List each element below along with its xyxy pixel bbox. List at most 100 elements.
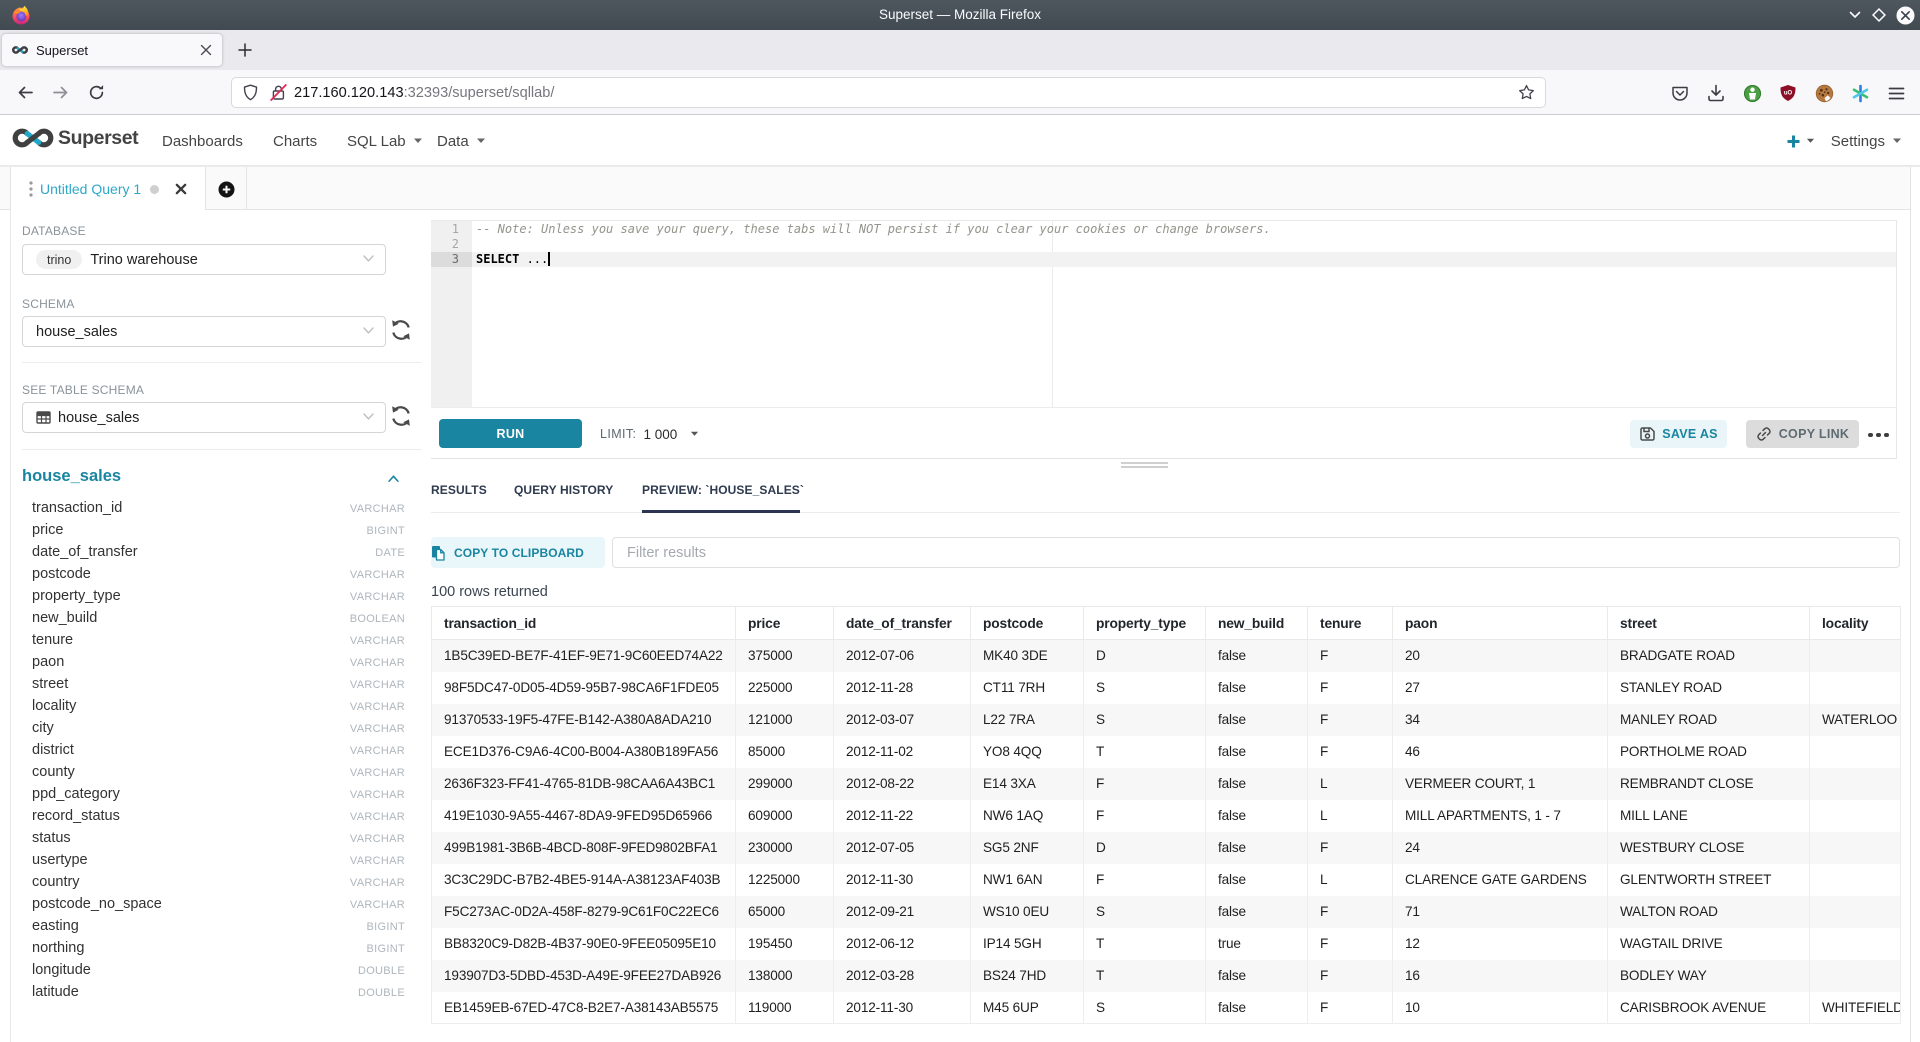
back-button[interactable] <box>10 77 40 107</box>
nav-item-dashboards[interactable]: Dashboards <box>162 116 243 166</box>
pane-resize-handle[interactable] <box>1121 462 1168 468</box>
column-row[interactable]: paonVARCHAR <box>11 652 421 674</box>
table-row[interactable]: BB8320C9-D82B-4B37-90E0-9FEE05095E101954… <box>432 928 1901 960</box>
refresh-schema-icon[interactable] <box>389 318 413 342</box>
table-row[interactable]: 2636F323-FF41-4765-81DB-98CAA6A43BC12990… <box>432 768 1901 800</box>
new-query-tab-button[interactable] <box>206 167 247 211</box>
superset-logo[interactable]: Superset <box>12 125 138 151</box>
column-row[interactable]: statusVARCHAR <box>11 828 421 850</box>
refresh-table-icon[interactable] <box>389 404 413 428</box>
column-row[interactable]: record_statusVARCHAR <box>11 806 421 828</box>
table-row[interactable]: 419E1030-9A55-4467-8DA9-9FED95D659666090… <box>432 800 1901 832</box>
column-row[interactable]: priceBIGINT <box>11 520 421 542</box>
database-type-pill: trino <box>36 250 82 269</box>
menu-hamburger-icon[interactable] <box>1881 78 1911 108</box>
editor-toolbar: RUN LIMIT: 1 000 SAVE AS COPY LINK <box>431 407 1897 459</box>
downloads-icon[interactable] <box>1701 78 1731 108</box>
column-row[interactable]: cityVARCHAR <box>11 718 421 740</box>
column-row[interactable]: countryVARCHAR <box>11 872 421 894</box>
column-row[interactable]: usertypeVARCHAR <box>11 850 421 872</box>
query-tab-close-icon[interactable] <box>175 183 187 195</box>
column-header[interactable]: paon <box>1393 607 1608 640</box>
column-header[interactable]: tenure <box>1308 607 1393 640</box>
page-scrollbar-track[interactable] <box>1910 167 1920 1042</box>
bookmark-star-icon[interactable] <box>1518 84 1535 101</box>
url-bar[interactable]: 217.160.120.143:32393/superset/sqllab/ <box>232 78 1545 107</box>
window-maximize-button[interactable] <box>1866 0 1892 30</box>
reload-button[interactable] <box>81 77 111 107</box>
table-select[interactable]: house_sales <box>22 402 386 433</box>
run-button[interactable]: RUN <box>439 419 582 448</box>
limit-dropdown[interactable]: LIMIT: 1 000 <box>600 408 699 460</box>
table-row[interactable]: 98F5DC47-0D05-4D59-95B7-98CA6F1FDE052250… <box>432 672 1901 704</box>
table-cell: false <box>1206 704 1308 736</box>
nav-item-charts[interactable]: Charts <box>273 116 317 166</box>
cookie-extension-icon[interactable] <box>1809 78 1839 108</box>
column-header[interactable]: property_type <box>1084 607 1206 640</box>
table-row[interactable]: 193907D3-5DBD-453D-A49E-9FEE27DAB9261380… <box>432 960 1901 992</box>
nav-item-sql-lab[interactable]: SQL Lab <box>347 116 423 166</box>
table-row[interactable]: F5C273AC-0D2A-458F-8279-9C61F0C22EC66500… <box>432 896 1901 928</box>
table-row[interactable]: 3C3C29DC-B7B2-4BE5-914A-A38123AF403B1225… <box>432 864 1901 896</box>
column-row[interactable]: latitudeDOUBLE <box>11 982 421 1004</box>
column-header[interactable]: postcode <box>971 607 1084 640</box>
pocket-icon[interactable] <box>1665 78 1695 108</box>
filter-results-input[interactable]: Filter results <box>612 537 1900 568</box>
column-row[interactable]: localityVARCHAR <box>11 696 421 718</box>
forward-button[interactable] <box>45 77 75 107</box>
more-actions-button[interactable] <box>1868 432 1890 437</box>
column-row[interactable]: new_buildBOOLEAN <box>11 608 421 630</box>
tab-preview[interactable]: PREVIEW: `HOUSE_SALES` <box>642 483 804 497</box>
column-header[interactable]: locality <box>1810 607 1901 640</box>
column-row[interactable]: postcodeVARCHAR <box>11 564 421 586</box>
drag-handle-icon[interactable] <box>29 181 33 197</box>
column-row[interactable]: property_typeVARCHAR <box>11 586 421 608</box>
browser-tab-superset[interactable]: Superset <box>2 34 222 66</box>
table-row[interactable]: 499B1981-3B6B-4BCD-808F-9FED9802BFA12300… <box>432 832 1901 864</box>
table-row[interactable]: EB1459EB-67ED-47C8-B2E7-A38143AB55751190… <box>432 992 1901 1024</box>
table-row[interactable]: 1B5C39ED-BE7F-41EF-9E71-9C60EED74A223750… <box>432 640 1901 672</box>
column-row[interactable]: streetVARCHAR <box>11 674 421 696</box>
schema-select[interactable]: house_sales <box>22 316 386 347</box>
table-row[interactable]: 91370533-19F5-47FE-B142-A380A8ADA2101210… <box>432 704 1901 736</box>
extension-asterisk-icon[interactable] <box>1845 78 1875 108</box>
table-schema-title[interactable]: house_sales <box>22 467 121 486</box>
table-row[interactable]: ECE1D376-C9A6-4C00-B004-A380B189FA568500… <box>432 736 1901 768</box>
column-header[interactable]: transaction_id <box>432 607 736 640</box>
column-header[interactable]: date_of_transfer <box>834 607 971 640</box>
browser-tab-close-icon[interactable] <box>196 40 216 60</box>
column-row[interactable]: districtVARCHAR <box>11 740 421 762</box>
window-minimize-button[interactable] <box>1842 0 1868 30</box>
column-row[interactable]: longitudeDOUBLE <box>11 960 421 982</box>
database-select[interactable]: trino Trino warehouse <box>22 244 386 275</box>
sql-editor[interactable]: 123 -- Note: Unless you save your query,… <box>431 220 1897 407</box>
new-browser-tab-button[interactable] <box>232 37 258 63</box>
column-row[interactable]: eastingBIGINT <box>11 916 421 938</box>
column-row[interactable]: ppd_categoryVARCHAR <box>11 784 421 806</box>
column-row[interactable]: tenureVARCHAR <box>11 630 421 652</box>
tracking-protection-icon[interactable] <box>242 84 259 101</box>
ublock-icon[interactable]: uO <box>1773 78 1803 108</box>
column-row[interactable]: northingBIGINT <box>11 938 421 960</box>
copy-to-clipboard-button[interactable]: COPY TO CLIPBOARD <box>431 537 605 568</box>
column-header[interactable]: street <box>1608 607 1810 640</box>
tab-results[interactable]: RESULTS <box>431 483 487 497</box>
url-text[interactable]: 217.160.120.143:32393/superset/sqllab/ <box>294 85 554 101</box>
column-row[interactable]: transaction_idVARCHAR <box>11 498 421 520</box>
add-new-button[interactable] <box>1787 135 1815 148</box>
column-row[interactable]: date_of_transferDATE <box>11 542 421 564</box>
column-header[interactable]: new_build <box>1206 607 1308 640</box>
query-tab-active[interactable]: Untitled Query 1 <box>10 167 206 211</box>
window-close-button[interactable] <box>1892 0 1918 30</box>
column-header[interactable]: price <box>736 607 834 640</box>
chevron-up-icon[interactable] <box>388 475 399 482</box>
extension-green-icon[interactable] <box>1737 78 1767 108</box>
tab-query-history[interactable]: QUERY HISTORY <box>514 483 613 497</box>
column-row[interactable]: countyVARCHAR <box>11 762 421 784</box>
nav-item-settings[interactable]: Settings <box>1831 133 1902 150</box>
copy-link-button[interactable]: COPY LINK <box>1746 420 1859 448</box>
column-row[interactable]: postcode_no_spaceVARCHAR <box>11 894 421 916</box>
save-as-button[interactable]: SAVE AS <box>1630 420 1727 448</box>
insecure-lock-icon[interactable] <box>270 84 287 101</box>
nav-item-data[interactable]: Data <box>437 116 486 166</box>
